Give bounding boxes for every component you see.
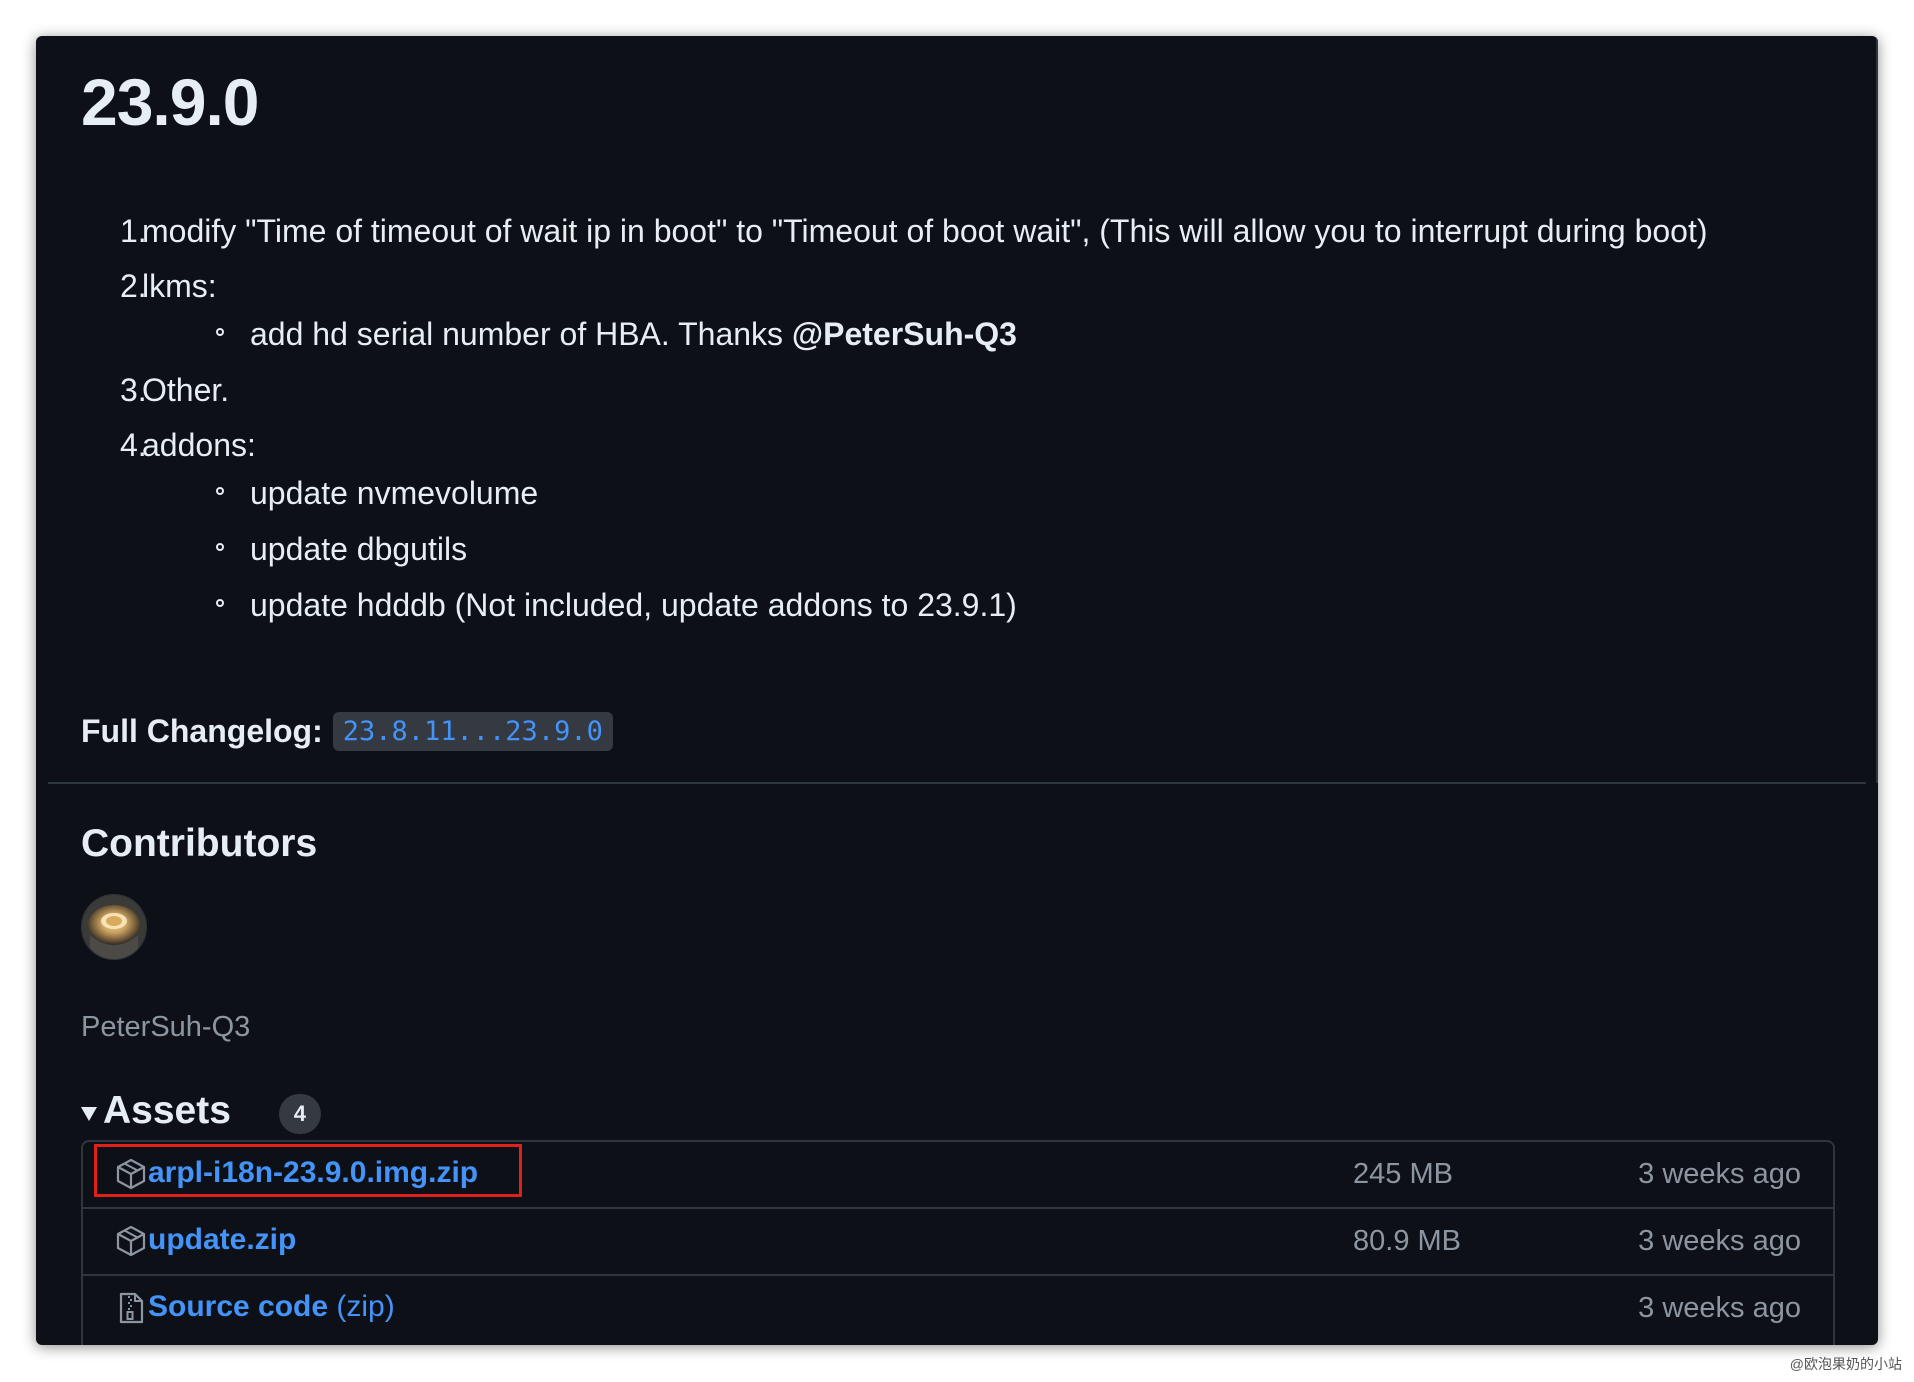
note-text: modify "Time of timeout of wait ip in bo… xyxy=(142,213,1708,249)
note-item: 1. modify "Time of timeout of wait ip in… xyxy=(120,211,1708,251)
asset-download-link[interactable]: update.zip xyxy=(148,1223,296,1257)
asset-name: arpl-i18n-23.9.0.img.zip xyxy=(148,1156,479,1189)
watermark: @欧泡果奶的小站 xyxy=(1789,1356,1902,1372)
release-title: 23.9.0 xyxy=(81,65,259,139)
contributor-name[interactable]: PeterSuh-Q3 xyxy=(81,1011,250,1044)
avatar[interactable] xyxy=(81,894,147,960)
assets-list: arpl-i18n-23.9.0.img.zip 245 MB 3 weeks … xyxy=(81,1140,1835,1345)
sub-note-item: add hd serial number of HBA. Thanks @Pet… xyxy=(142,314,1708,354)
note-number: 2. xyxy=(120,268,147,304)
asset-date: 3 weeks ago xyxy=(1638,1292,1801,1324)
bullet-icon xyxy=(216,599,224,607)
asset-format: (zip) xyxy=(328,1290,395,1323)
bullet-icon xyxy=(216,487,224,495)
asset-row: update.zip 80.9 MB 3 weeks ago xyxy=(83,1209,1833,1276)
asset-size: 245 MB xyxy=(1353,1158,1453,1190)
note-text: Other. xyxy=(142,372,230,408)
release-notes: 1. modify "Time of timeout of wait ip in… xyxy=(120,211,1708,641)
sub-note-text: update dbgutils xyxy=(250,531,468,567)
note-number: 1. xyxy=(120,213,147,249)
package-icon xyxy=(116,1158,146,1190)
asset-size: 80.9 MB xyxy=(1353,1225,1461,1257)
section-divider xyxy=(48,782,1866,784)
sub-note-item: update hdddb (Not included, update addon… xyxy=(142,585,1708,625)
sub-note-text: add hd serial number of HBA. Thanks xyxy=(250,316,792,352)
sub-note-item: update nvmevolume xyxy=(142,473,1708,513)
sub-note-text: update nvmevolume xyxy=(250,475,539,511)
note-item: 3. Other. xyxy=(120,370,1708,410)
bullet-icon xyxy=(216,543,224,551)
note-text: addons: xyxy=(142,427,256,463)
caret-down-icon[interactable] xyxy=(81,1107,97,1121)
asset-download-link[interactable]: Source code (zip) xyxy=(148,1290,395,1324)
note-number: 3. xyxy=(120,372,147,408)
assets-header[interactable]: Assets 4 xyxy=(81,1088,321,1134)
file-zip-icon xyxy=(119,1292,144,1324)
note-text: lkms: xyxy=(142,268,217,304)
asset-name: update.zip xyxy=(148,1223,297,1256)
full-changelog: Full Changelog: 23.8.11...23.9.0 xyxy=(81,712,613,751)
sub-note-text: update hdddb (Not included, update addon… xyxy=(250,587,1017,623)
asset-row: Source code (zip) 3 weeks ago xyxy=(83,1276,1833,1343)
sub-note-item: update dbgutils xyxy=(142,529,1708,569)
note-item: 4. addons: update nvmevolume update dbgu… xyxy=(120,425,1708,625)
asset-date: 3 weeks ago xyxy=(1638,1225,1801,1257)
asset-row: arpl-i18n-23.9.0.img.zip 245 MB 3 weeks … xyxy=(83,1142,1833,1209)
bullet-icon xyxy=(216,328,224,336)
note-item: 2. lkms: add hd serial number of HBA. Th… xyxy=(120,266,1708,354)
compare-link[interactable]: 23.8.11...23.9.0 xyxy=(332,712,613,751)
package-icon xyxy=(116,1225,146,1257)
note-number: 4. xyxy=(120,427,147,463)
assets-count-badge: 4 xyxy=(278,1094,321,1134)
asset-name: Source code xyxy=(148,1290,329,1323)
user-mention-link[interactable]: @PeterSuh-Q3 xyxy=(792,316,1017,352)
asset-date: 3 weeks ago xyxy=(1638,1158,1801,1190)
changelog-label: Full Changelog: xyxy=(81,713,323,749)
release-body: 23.9.0 1. modify "Time of timeout of wai… xyxy=(36,36,1878,783)
asset-download-link[interactable]: arpl-i18n-23.9.0.img.zip xyxy=(148,1156,478,1190)
avatar-image xyxy=(82,895,146,959)
assets-heading[interactable]: Assets xyxy=(103,1089,231,1133)
contributors-heading: Contributors xyxy=(81,822,318,865)
release-window: 23.9.0 1. modify "Time of timeout of wai… xyxy=(36,36,1878,1345)
